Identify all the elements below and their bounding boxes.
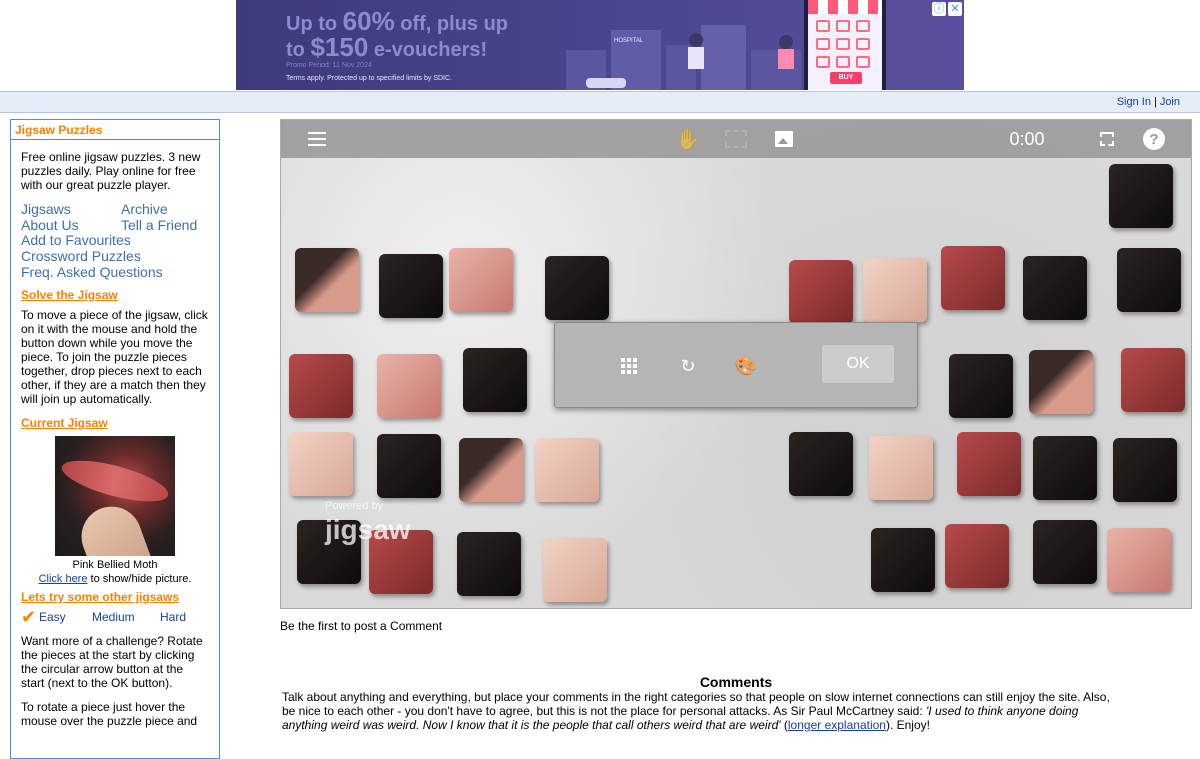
ok-button[interactable]: OK [822, 345, 894, 383]
puzzle-piece[interactable] [869, 436, 933, 500]
puzzle-piece[interactable] [535, 438, 599, 502]
nav-about-us-link[interactable]: About Us [21, 218, 121, 232]
ad-hospital-label: HOSPITAL [614, 38, 644, 44]
rotate-icon[interactable]: ↻ [677, 355, 699, 377]
top-account-bar: Sign In | Join [0, 91, 1200, 113]
solve-heading: Solve the Jigsaw [21, 288, 118, 302]
fullscreen-icon[interactable] [1097, 126, 1117, 152]
grid-icon[interactable] [621, 358, 637, 374]
puzzle-piece[interactable] [1033, 520, 1097, 584]
nav-jigsaws-link[interactable]: Jigsaws [21, 202, 121, 216]
puzzle-piece[interactable] [1107, 528, 1171, 592]
solve-instructions: To move a piece of the jigsaw, click on … [21, 308, 208, 406]
puzzle-piece[interactable] [1121, 348, 1185, 412]
puzzle-piece[interactable] [949, 354, 1013, 418]
puzzle-piece[interactable] [449, 248, 513, 312]
sign-in-link[interactable]: Sign In [1117, 96, 1151, 108]
separator: | [1153, 96, 1157, 108]
menu-icon[interactable] [305, 126, 329, 152]
sidebar-header: Jigsaw Puzzles [11, 120, 219, 140]
longer-explanation-link[interactable]: longer explanation [788, 718, 886, 732]
puzzle-toolbar: ✋ 0:00 ? [281, 120, 1191, 158]
puzzle-timer: 0:00 [1009, 128, 1045, 149]
puzzle-piece[interactable] [1029, 350, 1093, 414]
selected-check-icon: ✔ [21, 607, 37, 627]
current-jigsaw-name: Pink Bellied Moth [72, 559, 158, 571]
ad-terms: Terms apply. Protected up to specified l… [286, 75, 452, 82]
difficulty-levels: ✔ Easy Medium Hard [21, 607, 209, 627]
puzzle-piece[interactable] [289, 354, 353, 418]
ad-close-icon[interactable]: ✕ [948, 2, 962, 16]
show-hide-picture-link[interactable]: Click here [39, 573, 88, 585]
puzzle-piece[interactable] [1023, 256, 1087, 320]
puzzle-piece[interactable] [459, 438, 523, 502]
ad-promo-period: Promo Period: 11 Nov 2024 [286, 62, 372, 69]
comments-guidelines: Talk about anything and everything, but … [282, 690, 1110, 732]
ad-info-icon[interactable]: ⓘ [932, 2, 946, 16]
other-jigsaws-heading: Lets try some other jigsaws [21, 590, 180, 604]
sidebar: Jigsaw Puzzles Free online jigsaw puzzle… [10, 119, 220, 759]
puzzle-piece[interactable] [543, 538, 607, 602]
nav-tell-a-friend-link[interactable]: Tell a Friend [121, 218, 211, 232]
puzzle-piece[interactable] [377, 354, 441, 418]
puzzle-piece[interactable] [1117, 248, 1181, 312]
puzzle-piece[interactable] [1109, 164, 1173, 228]
current-jigsaw-heading: Current Jigsaw [21, 416, 108, 430]
puzzle-piece[interactable] [789, 432, 853, 496]
challenge-text: Want more of a challenge? Rotate the pie… [21, 634, 203, 690]
level-medium-link[interactable]: Medium [92, 610, 160, 624]
show-hide-text: to show/hide picture. [87, 573, 192, 585]
puzzle-piece[interactable] [957, 432, 1021, 496]
puzzle-piece[interactable] [863, 258, 927, 322]
puzzle-piece[interactable] [941, 246, 1005, 310]
watermark-logo: jigsaw [325, 514, 411, 545]
edge-pieces-icon[interactable] [723, 126, 749, 152]
sidebar-intro: Free online jigsaw puzzles. 3 new puzzle… [21, 150, 201, 192]
start-options-dialog: ↻ 🎨 OK [554, 322, 918, 408]
puzzle-piece[interactable] [379, 254, 443, 318]
ad-skyline-illustration: HOSPITAL [566, 25, 801, 90]
ad-headline-2: to $150 e-vouchers! [286, 32, 488, 62]
puzzle-piece[interactable] [945, 524, 1009, 588]
sidebar-nav-list: Add to Favourites Crossword Puzzles Freq… [21, 232, 209, 280]
help-icon[interactable]: ? [1143, 128, 1165, 150]
comments-title: Comments [699, 674, 773, 690]
puzzle-piece[interactable] [295, 248, 359, 312]
puzzle-piece[interactable] [377, 434, 441, 498]
jigsaw-puzzle-board[interactable]: ✋ 0:00 ? Powered by jigsaw ↻ 🎨 OK [280, 119, 1192, 609]
puzzle-piece[interactable] [457, 532, 521, 596]
ad-banner[interactable]: Up to 60% off, plus up to $150 e-voucher… [236, 0, 964, 90]
puzzle-piece[interactable] [463, 348, 527, 412]
nav-archive-link[interactable]: Archive [121, 202, 211, 216]
rotate-text: To rotate a piece just hover the mouse o… [21, 700, 198, 728]
current-jigsaw-thumbnail[interactable] [55, 436, 175, 556]
puzzle-piece[interactable] [871, 528, 935, 592]
sidebar-nav-grid: Jigsaws Archive About Us Tell a Friend [21, 202, 209, 232]
join-link[interactable]: Join [1160, 96, 1180, 108]
puzzle-piece[interactable] [289, 432, 353, 496]
level-easy-link[interactable]: Easy [39, 610, 92, 624]
puzzle-piece[interactable] [789, 260, 853, 324]
first-comment-prompt[interactable]: Be the first to post a Comment [280, 619, 442, 633]
palette-icon[interactable]: 🎨 [735, 355, 757, 377]
puzzle-piece[interactable] [545, 256, 609, 320]
hand-icon[interactable]: ✋ [675, 126, 701, 152]
ad-phone-shop-illustration: BUY [804, 0, 886, 90]
puzzle-piece[interactable] [1033, 436, 1097, 500]
puzzle-piece[interactable] [1113, 438, 1177, 502]
nav-add-to-favourites-link[interactable]: Add to Favourites [21, 232, 209, 248]
level-hard-link[interactable]: Hard [160, 610, 186, 624]
powered-by-watermark: Powered by jigsaw [325, 500, 411, 545]
image-preview-icon[interactable] [773, 126, 795, 152]
nav-crossword-puzzles-link[interactable]: Crossword Puzzles [21, 248, 209, 264]
ad-buy-button[interactable]: BUY [830, 72, 862, 84]
nav-faq-link[interactable]: Freq. Asked Questions [21, 264, 209, 280]
